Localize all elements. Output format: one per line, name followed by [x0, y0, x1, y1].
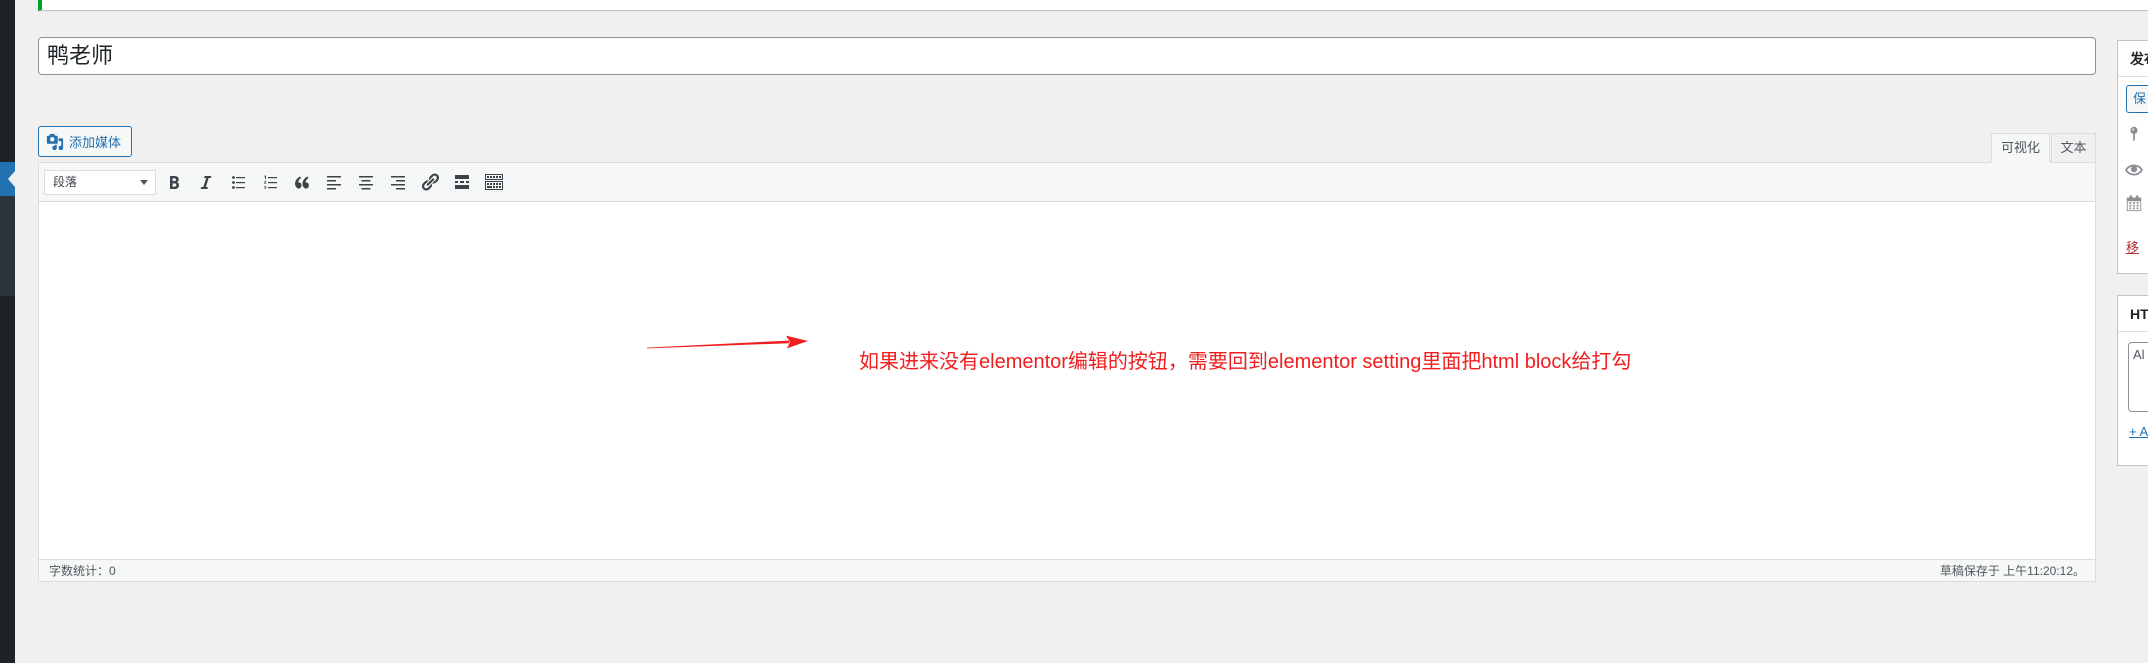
- word-count: 字数统计：0: [49, 564, 116, 578]
- align-left-icon: [327, 176, 341, 190]
- numbered-list-button[interactable]: [256, 167, 284, 197]
- tab-text[interactable]: 文本: [2051, 133, 2096, 163]
- editor-status-bar: 字数统计：0 草稿保存于 上午11:20:12。: [39, 559, 2095, 581]
- pin-icon: [2130, 126, 2138, 142]
- admin-submenu: [0, 196, 15, 296]
- tab-visual[interactable]: 可视化: [1991, 133, 2050, 163]
- align-center-button[interactable]: [352, 167, 380, 197]
- toolbar-toggle-button[interactable]: [480, 167, 508, 197]
- toolbar-toggle-icon: [485, 174, 503, 190]
- red-arrow-icon: [647, 335, 808, 349]
- html-box: HT Al + A: [2117, 295, 2148, 466]
- bold-button[interactable]: [160, 167, 188, 197]
- italic-button[interactable]: [192, 167, 220, 197]
- calendar-icon: [2126, 195, 2142, 212]
- blockquote-icon: [295, 176, 309, 189]
- editor-toolbar: 段落: [39, 163, 2095, 202]
- align-right-button[interactable]: [384, 167, 412, 197]
- save-draft-button[interactable]: 保: [2126, 85, 2148, 113]
- bold-icon: [170, 176, 179, 189]
- html-box-add-link[interactable]: + A: [2129, 423, 2148, 441]
- editor-content[interactable]: 如果进来没有elementor编辑的按钮，需要回到elementor setti…: [39, 202, 2095, 559]
- autosave-status: 草稿保存于 上午11:20:12。: [1939, 564, 2085, 578]
- html-box-title[interactable]: HT: [2118, 296, 2148, 332]
- admin-menu: [0, 0, 15, 663]
- admin-notice: [38, 0, 2148, 11]
- current-menu-arrow-icon: [8, 171, 15, 187]
- numbered-list-icon: [264, 175, 277, 189]
- insert-link-button[interactable]: [416, 167, 444, 197]
- publish-box-title[interactable]: 发布: [2118, 41, 2148, 77]
- add-media-label: 添加媒体: [69, 135, 122, 150]
- admin-menu-current-item[interactable]: [0, 162, 15, 196]
- post-title-input[interactable]: 鸭老师: [38, 37, 2096, 75]
- align-center-icon: [359, 176, 373, 190]
- bulleted-list-button[interactable]: [224, 167, 252, 197]
- html-box-textarea[interactable]: Al: [2128, 342, 2148, 412]
- add-media-button[interactable]: 添加媒体: [38, 126, 132, 157]
- align-right-icon: [391, 176, 405, 190]
- move-to-trash-link[interactable]: 移: [2126, 239, 2148, 257]
- admin-media-icon: [46, 133, 64, 150]
- annotation-text: 如果进来没有elementor编辑的按钮，需要回到elementor setti…: [859, 351, 1632, 373]
- publish-box: 发布 保 移: [2117, 40, 2148, 274]
- eye-icon: [2125, 164, 2143, 176]
- bulleted-list-icon: [232, 176, 245, 189]
- classic-editor: 段落 如果进来没有elementor编辑的按钮，需要回到elementor se…: [38, 162, 2096, 582]
- read-more-icon: [455, 175, 469, 189]
- blockquote-button[interactable]: [288, 167, 316, 197]
- italic-icon: [200, 176, 212, 189]
- chevron-down-icon: [140, 180, 148, 185]
- read-more-button[interactable]: [448, 167, 476, 197]
- align-left-button[interactable]: [320, 167, 348, 197]
- format-select[interactable]: 段落: [44, 170, 156, 195]
- link-icon: [422, 173, 439, 191]
- format-select-value: 段落: [53, 175, 78, 189]
- toolbar-buttons: [160, 167, 508, 197]
